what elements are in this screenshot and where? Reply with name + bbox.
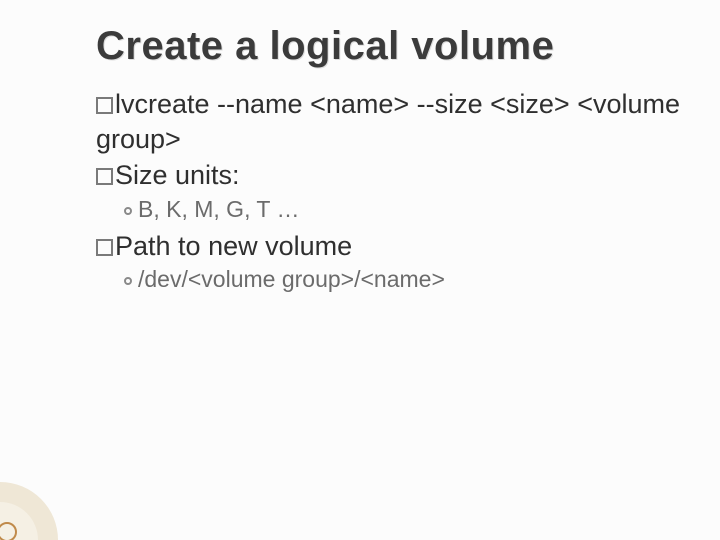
slide-title: Create a logical volume [96,24,684,69]
bullet-text: Path to new volume [115,231,352,261]
bullet-box-icon [96,168,113,185]
bullet-box-icon [96,239,113,256]
sub-text: /dev/<volume group>/<name> [138,266,445,292]
ring-icon [124,207,132,215]
bullet-lvcreate: lvcreate --name <name> --size <size> <vo… [96,87,684,156]
decorative-corner [0,462,78,540]
bullet-path: Path to new volume [96,229,684,264]
slide-content: Create a logical volume lvcreate --name … [0,0,720,293]
sub-path: /dev/<volume group>/<name> [124,266,684,293]
bullet-text: lvcreate --name <name> --size <size> <vo… [96,89,680,154]
ring-icon [124,277,132,285]
sub-text: B, K, M, G, T … [138,196,299,222]
bullet-size-units: Size units: [96,158,684,193]
bullet-text: Size units: [115,160,240,190]
sub-size-units: B, K, M, G, T … [124,196,684,223]
bullet-box-icon [96,97,113,114]
